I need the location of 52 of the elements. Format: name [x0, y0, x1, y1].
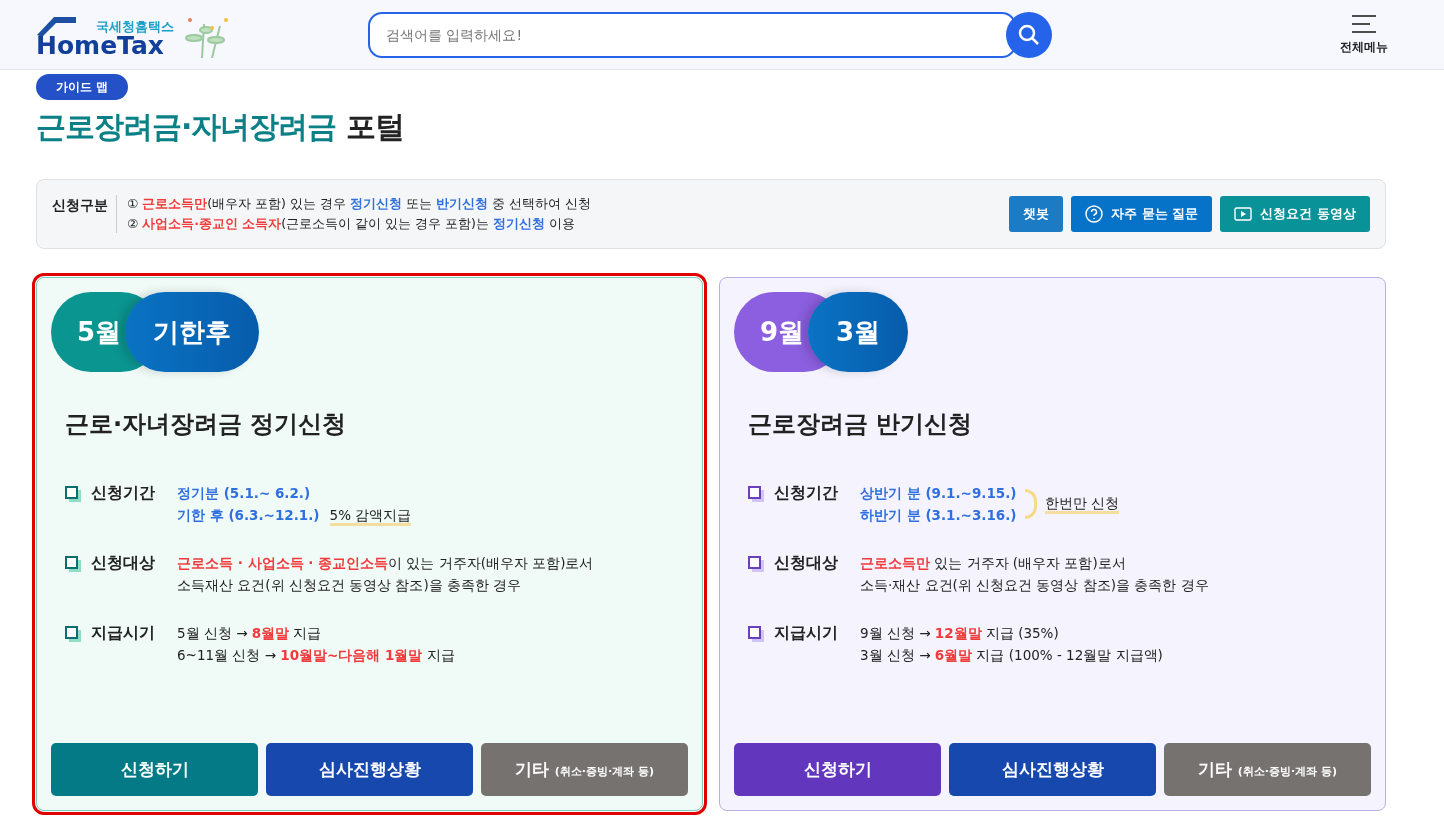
- row-label: 신청대상: [774, 552, 838, 574]
- row-text: 상반기 분 (9.1.~9.15.): [860, 484, 1017, 503]
- square-bullet-icon: [748, 626, 764, 642]
- row-text: 근로소득만 있는 거주자 (배우자 포함)로서: [860, 554, 1127, 573]
- month-pill: 기한후: [125, 292, 260, 372]
- row-text: 9월 신청 → 12월말 지급 (35%): [860, 624, 1060, 643]
- note-text: 한번만 신청: [1044, 494, 1119, 514]
- row-text: 기한 후 (6.3.~12.1.) 5% 감액지급: [177, 504, 412, 526]
- card-title: 근로장려금 반기신청: [748, 409, 974, 440]
- chatbot-button[interactable]: 챗봇: [1009, 196, 1064, 232]
- apply-button[interactable]: 신청하기: [734, 743, 941, 796]
- row-text: 3월 신청 → 6월말 지급 (100% - 12월말 지급액): [860, 646, 1163, 665]
- row-text: 하반기 분 (3.1.~3.16.): [860, 506, 1017, 525]
- row-text: 6~11월 신청 → 10월말~다음해 1월말 지급: [177, 646, 455, 665]
- search-icon: [1018, 23, 1040, 46]
- logo-subtitle: 국세청홈택스: [96, 20, 174, 33]
- square-bullet-icon: [65, 486, 81, 502]
- menu-icon: [1351, 13, 1377, 34]
- row-text: 소득재산 요건(위 신청요건 동영상 참조)을 충족한 경우: [177, 576, 523, 595]
- notice-label: 신청구분: [52, 195, 117, 233]
- bracket-mark: [1024, 489, 1037, 519]
- play-icon: [1234, 207, 1253, 221]
- notice-line: ① 근로소득만(배우자 포함) 있는 경우 정기신청 또는 반기신청 중 선택하여 신청: [127, 195, 591, 213]
- other-button[interactable]: 기타 (취소·증빙·계좌 등): [481, 743, 688, 796]
- other-button[interactable]: 기타 (취소·증빙·계좌 등): [1164, 743, 1371, 796]
- help-icon: [1085, 205, 1104, 223]
- row-text: 소득·재산 요건(위 신청요건 동영상 참조)을 충족한 경우: [860, 576, 1209, 595]
- faq-button[interactable]: 자주 묻는 질문: [1071, 196, 1213, 232]
- row-label: 신청기간: [774, 482, 838, 504]
- month-pill: 3월: [808, 292, 909, 372]
- square-bullet-icon: [748, 486, 764, 502]
- row-text: 5월 신청 → 8월말 지급: [177, 624, 323, 643]
- review-status-button[interactable]: 심사진행상황: [266, 743, 473, 796]
- video-button[interactable]: 신청요건 동영상: [1220, 196, 1370, 232]
- row-label: 신청기간: [91, 482, 155, 504]
- row-label: 신청대상: [91, 552, 155, 574]
- review-status-button[interactable]: 심사진행상황: [949, 743, 1156, 796]
- row-label: 지급시기: [774, 622, 838, 644]
- notice-line: ② 사업소득·종교인 소득자(근로소득이 같이 있는 경우 포함)는 정기신청 이용: [127, 215, 576, 233]
- search-field[interactable]: 검색어를 입력하세요!: [368, 11, 1016, 58]
- logo-text[interactable]: HomeTax: [36, 33, 174, 58]
- card-title: 근로·자녀장려금 정기신청: [65, 409, 348, 440]
- row-text: 정기분 (5.1.~ 6.2.): [177, 484, 312, 503]
- row-text: 근로소득 · 사업소득 · 종교인소득이 있는 거주자(배우자 포함)로서: [177, 554, 594, 573]
- apply-button[interactable]: 신청하기: [51, 743, 258, 796]
- square-bullet-icon: [748, 556, 764, 572]
- row-label: 지급시기: [91, 622, 155, 644]
- square-bullet-icon: [65, 556, 81, 572]
- page-title: 근로장려금·자녀장려금 포털: [36, 108, 405, 146]
- menu-button[interactable]: 전체메뉴: [1340, 13, 1388, 56]
- square-bullet-icon: [65, 626, 81, 642]
- guide-map-badge[interactable]: 가이드 맵: [36, 74, 129, 100]
